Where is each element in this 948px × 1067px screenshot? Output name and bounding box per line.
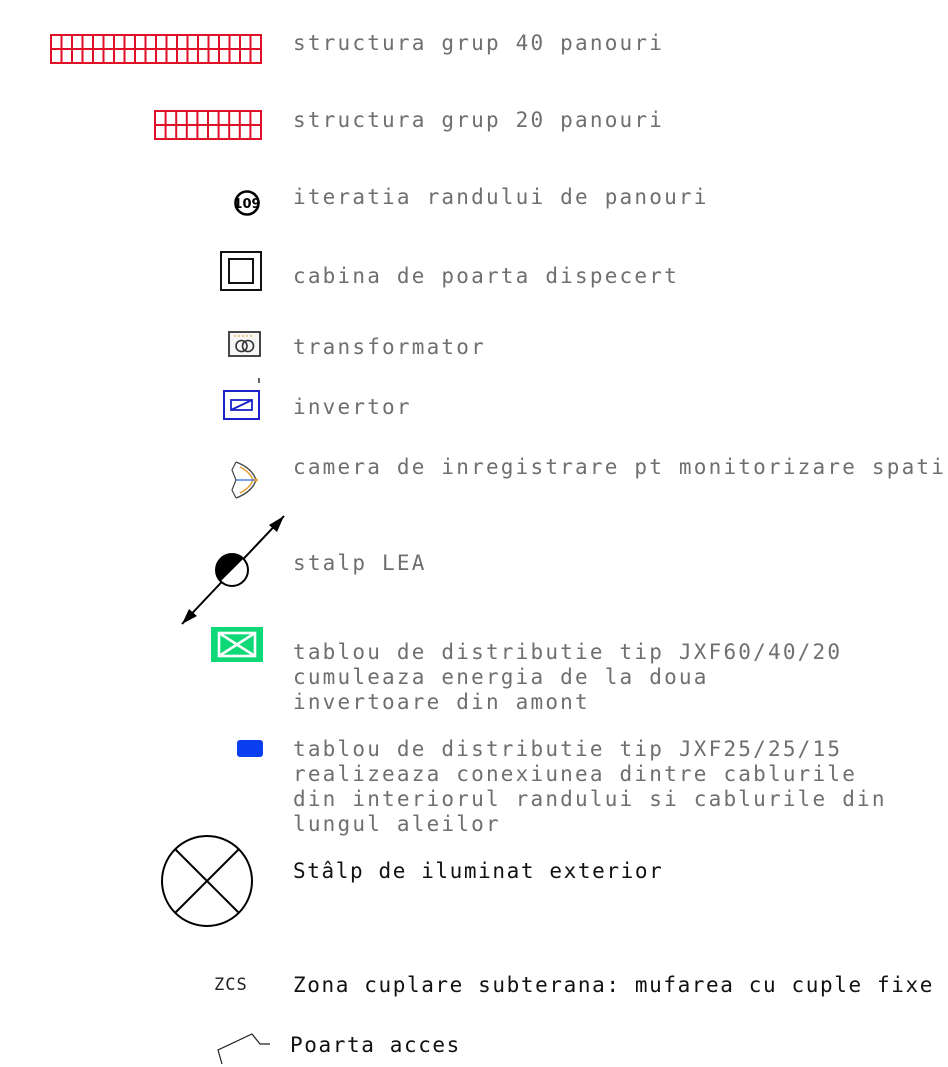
zcs-abbreviation: ZCS — [214, 975, 248, 995]
transformer-icon — [228, 331, 261, 357]
inverter-icon — [223, 378, 260, 420]
legend-label-transformer: transformator — [293, 335, 486, 359]
row-iteration-icon: 109 — [233, 190, 261, 216]
camera-icon — [231, 461, 258, 499]
panel-group-20-icon — [154, 110, 262, 140]
gate-cabin-icon — [220, 251, 262, 291]
power-pole-icon — [181, 515, 285, 625]
legend-label-iteration: iteratia randului de panouri — [293, 185, 709, 209]
legend-label-group-40: structura grup 40 panouri — [293, 31, 665, 55]
legend-label-pole: stalp LEA — [293, 551, 427, 575]
legend-label-camera: camera de inregistrare pt monitorizare s… — [293, 455, 948, 479]
gate-icon — [217, 1033, 270, 1065]
lighting-pole-icon — [161, 835, 253, 927]
legend-label-gate: Poarta acces — [290, 1033, 461, 1057]
row-iteration-number: 109 — [233, 197, 260, 212]
panel-group-40-icon — [50, 34, 262, 64]
legend-label-zcs: Zona cuplare subterana: mufarea cu cuple… — [293, 973, 934, 997]
legend-label-cabin: cabina de poarta dispecert — [293, 264, 679, 288]
legend-label-jxf25: tablou de distributie tip JXF25/25/15 re… — [293, 737, 887, 836]
legend-label-jxf60: tablou de distributie tip JXF60/40/20 cu… — [293, 640, 843, 714]
legend-label-group-20: structura grup 20 panouri — [293, 108, 665, 132]
distribution-box-jxf60-icon — [211, 627, 263, 662]
legend-label-lighting-pole: Stâlp de iluminat exterior — [293, 859, 664, 883]
legend-label-inverter: invertor — [293, 395, 412, 419]
distribution-box-jxf25-icon — [237, 740, 263, 757]
